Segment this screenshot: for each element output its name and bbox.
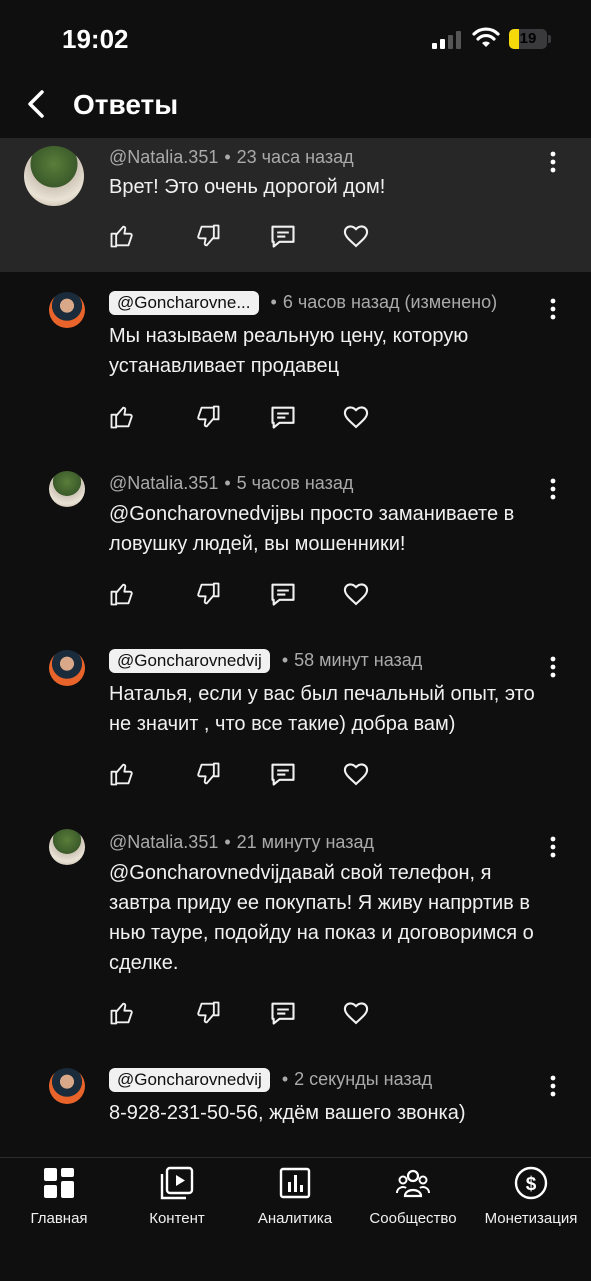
avatar[interactable] <box>49 471 85 507</box>
heart-icon[interactable] <box>342 222 370 250</box>
comment-actions <box>108 999 378 1027</box>
heart-icon[interactable] <box>342 999 370 1027</box>
like-icon[interactable] <box>108 999 136 1027</box>
more-options-icon[interactable] <box>545 835 561 859</box>
comment-meta: @Natalia.351 • 21 минуту назад <box>109 832 375 852</box>
parent-comment: @Natalia.351 • 23 часа назад Врет! Это оче… <box>0 138 591 272</box>
comment-time: 58 минут назад <box>294 650 423 670</box>
status-bar: 19:02 19 <box>0 0 591 78</box>
reply-comment: @Natalia.351 • 5 часов назад @Goncharovned… <box>0 450 591 628</box>
svg-text:$: $ <box>526 1174 537 1195</box>
dislike-icon[interactable] <box>194 760 222 788</box>
comment-actions <box>108 580 378 608</box>
like-icon[interactable] <box>108 580 136 608</box>
comment-time: 6 часов назад (изменено) <box>282 292 498 312</box>
author-chip[interactable]: @Goncharovne... <box>109 291 259 315</box>
reply-comment: @Goncharovnedvij • 58 минут назад Наталья,… <box>0 628 591 808</box>
heart-icon[interactable] <box>342 760 370 788</box>
reply-comment: @Goncharovnedvij • 2 секунды назад 8-928-2… <box>0 1048 591 1157</box>
tab-monetization[interactable]: $ Монетизация <box>472 1166 590 1227</box>
comment-text: Врет! Это очень дорогой дом! <box>109 176 386 198</box>
reply-comment: @Natalia.351 • 21 минуту назад @Goncharovn… <box>0 808 591 1048</box>
like-icon[interactable] <box>108 403 136 431</box>
back-arrow-icon[interactable] <box>20 86 56 122</box>
more-options-icon[interactable] <box>545 655 561 679</box>
tab-analytics[interactable]: Аналитика <box>236 1166 354 1227</box>
analytics-chart-icon <box>279 1167 311 1199</box>
dislike-icon[interactable] <box>194 580 222 608</box>
comment-text: 8-928-231-50-56, ждём вашего звонка) <box>109 1102 466 1124</box>
comment-author[interactable]: @Natalia.351 <box>109 473 218 493</box>
like-icon[interactable] <box>108 760 136 788</box>
battery-icon: 19 <box>509 29 547 49</box>
like-icon[interactable] <box>108 222 136 250</box>
comment-text: Мы называем реальную цену, которую устан… <box>109 325 469 377</box>
comment-text: @Goncharovnedvijвы просто заманиваете в … <box>109 503 515 555</box>
reply-icon[interactable] <box>269 403 297 431</box>
comment-meta: @Goncharovnedvij • 58 минут назад <box>109 649 422 673</box>
home-grid-icon <box>44 1168 74 1198</box>
reply-icon[interactable] <box>269 222 297 250</box>
comment-time: 2 секунды назад <box>294 1069 433 1089</box>
tab-label: Монетизация <box>484 1210 578 1227</box>
tab-label: Главная <box>30 1210 88 1227</box>
author-chip[interactable]: @Goncharovnedvij <box>109 1068 270 1092</box>
comment-actions <box>108 403 378 431</box>
avatar[interactable] <box>24 146 84 206</box>
comment-meta: @Goncharovnedvij • 2 секунды назад <box>109 1068 432 1092</box>
content-play-icon <box>160 1166 194 1200</box>
reply-icon[interactable] <box>269 760 297 788</box>
wifi-icon <box>472 27 500 47</box>
author-chip[interactable]: @Goncharovnedvij <box>109 649 270 673</box>
tab-label: Контент <box>149 1210 205 1227</box>
comment-actions <box>108 760 378 788</box>
community-people-icon <box>396 1169 430 1198</box>
comment-text: Наталья, если у вас был печальный опыт, … <box>109 683 535 735</box>
battery-level: 19 <box>519 30 537 47</box>
monetization-dollar-icon: $ <box>514 1166 548 1200</box>
avatar[interactable] <box>49 292 85 328</box>
comment-author[interactable]: @Natalia.351 <box>109 147 218 167</box>
bottom-nav: Главная Контент Аналитика Сообщество $ М… <box>0 1157 591 1281</box>
dislike-icon[interactable] <box>194 403 222 431</box>
dislike-icon[interactable] <box>194 999 222 1027</box>
cellular-signal-icon <box>432 29 462 49</box>
tab-community[interactable]: Сообщество <box>354 1166 472 1227</box>
comment-time: 5 часов назад <box>236 473 354 493</box>
more-options-icon[interactable] <box>545 150 561 174</box>
reply-icon[interactable] <box>269 580 297 608</box>
status-time: 19:02 <box>62 24 129 54</box>
page-title: Ответы <box>73 89 179 120</box>
heart-icon[interactable] <box>342 580 370 608</box>
tab-home[interactable]: Главная <box>0 1166 118 1227</box>
comment-meta: @Goncharovne... • 6 часов назад (изменено) <box>109 291 497 315</box>
comment-actions <box>108 222 378 250</box>
header: Ответы <box>0 78 591 138</box>
comment-time: 23 часа назад <box>236 147 354 167</box>
comment-author[interactable]: @Natalia.351 <box>109 832 218 852</box>
tab-content[interactable]: Контент <box>118 1166 236 1227</box>
comment-text: @Goncharovnedvijдавай свой телефон, я за… <box>109 862 534 974</box>
comment-meta: @Natalia.351 • 5 часов назад <box>109 473 354 493</box>
tab-label: Аналитика <box>257 1210 333 1227</box>
comment-meta: @Natalia.351 • 23 часа назад <box>109 147 354 167</box>
reply-comment: @Goncharovne... • 6 часов назад (изменено)… <box>0 272 591 450</box>
heart-icon[interactable] <box>342 403 370 431</box>
more-options-icon[interactable] <box>545 477 561 501</box>
tab-label: Сообщество <box>369 1210 457 1227</box>
avatar[interactable] <box>49 829 85 865</box>
avatar[interactable] <box>49 1068 85 1104</box>
avatar[interactable] <box>49 650 85 686</box>
comment-time: 21 минуту назад <box>236 832 375 852</box>
dislike-icon[interactable] <box>194 222 222 250</box>
more-options-icon[interactable] <box>545 1074 561 1098</box>
more-options-icon[interactable] <box>545 297 561 321</box>
reply-icon[interactable] <box>269 999 297 1027</box>
